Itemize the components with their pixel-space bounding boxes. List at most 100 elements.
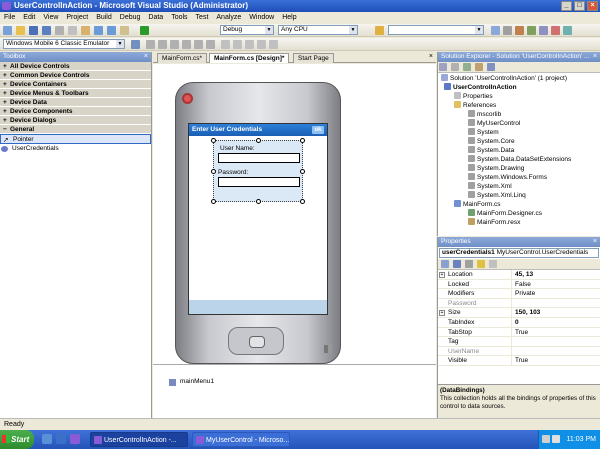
tree-item[interactable]: MainForm.cs xyxy=(438,200,600,209)
menu-edit[interactable]: Edit xyxy=(19,12,39,23)
resize-handle[interactable] xyxy=(256,138,261,143)
tree-item[interactable]: UserControlInAction xyxy=(438,83,600,92)
property-row[interactable]: Password xyxy=(438,298,600,309)
network-icon[interactable] xyxy=(542,435,550,443)
expand-icon[interactable]: + xyxy=(439,272,445,278)
view-code-icon[interactable] xyxy=(474,63,483,71)
events-icon[interactable] xyxy=(476,260,485,268)
new-project-icon[interactable] xyxy=(3,26,12,35)
property-row[interactable]: TabIndex 0 xyxy=(438,317,600,328)
start-debug-icon[interactable] xyxy=(139,26,149,35)
menu-project[interactable]: Project xyxy=(62,12,92,23)
close-icon[interactable]: × xyxy=(593,237,597,247)
tree-item[interactable]: System.Data.DataSetExtensions xyxy=(438,155,600,164)
show-desktop-icon[interactable] xyxy=(42,434,52,444)
copy-icon[interactable] xyxy=(67,26,77,35)
configuration-combo[interactable]: Debug ▼ xyxy=(220,25,274,35)
property-row[interactable]: Tag xyxy=(438,337,600,347)
paste-icon[interactable] xyxy=(80,26,90,35)
close-button[interactable]: × xyxy=(587,1,598,11)
property-value[interactable] xyxy=(512,337,515,346)
resize-handle[interactable] xyxy=(300,199,305,204)
align-middles-icon[interactable] xyxy=(194,40,203,49)
resize-handle[interactable] xyxy=(211,169,216,174)
connect-device-icon[interactable] xyxy=(131,40,140,49)
property-row[interactable]: UserName xyxy=(438,346,600,357)
redo-icon[interactable] xyxy=(106,26,116,35)
tab-mainform-cs[interactable]: MainForm.cs* xyxy=(157,53,208,63)
property-row[interactable]: Locked False xyxy=(438,279,600,290)
password-field[interactable] xyxy=(218,177,300,187)
volume-icon[interactable] xyxy=(552,435,560,443)
resize-handle[interactable] xyxy=(211,199,216,204)
tree-item[interactable]: System xyxy=(438,128,600,137)
bring-to-front-icon[interactable] xyxy=(257,40,266,49)
minimize-button[interactable]: _ xyxy=(561,1,572,11)
property-value[interactable]: True xyxy=(512,328,528,337)
tree-item[interactable]: System.Xml.Linq xyxy=(438,191,600,200)
view-designer-icon[interactable] xyxy=(486,63,495,71)
tree-item[interactable]: System.Core xyxy=(438,137,600,146)
property-pages-icon[interactable] xyxy=(488,260,497,268)
resize-handle[interactable] xyxy=(211,138,216,143)
property-value[interactable]: False xyxy=(512,280,531,289)
start-button[interactable]: Start xyxy=(0,430,34,449)
properties-icon[interactable] xyxy=(439,63,447,71)
resize-handle[interactable] xyxy=(256,199,261,204)
property-value[interactable]: 150, 103 xyxy=(512,308,540,317)
save-icon[interactable] xyxy=(28,26,38,35)
tree-item[interactable]: MainForm.Designer.cs xyxy=(438,209,600,218)
close-icon[interactable]: × xyxy=(429,53,433,60)
toolbox-category[interactable]: + Common Device Controls xyxy=(0,71,151,80)
property-row[interactable]: + Location 45, 13 xyxy=(438,270,600,280)
quick-launch-vs-icon[interactable] xyxy=(70,434,80,444)
expand-icon[interactable]: + xyxy=(439,310,445,317)
tree-item[interactable]: Properties xyxy=(438,92,600,101)
categorized-icon[interactable] xyxy=(441,260,449,268)
tree-item[interactable]: System.Windows.Forms xyxy=(438,173,600,182)
refresh-icon[interactable] xyxy=(462,63,471,71)
send-to-back-icon[interactable] xyxy=(269,40,278,49)
solution-explorer-icon[interactable] xyxy=(491,26,500,35)
find-combo[interactable]: ▼ xyxy=(388,25,484,35)
toolbox-item-usercredentials[interactable]: UserCredentials xyxy=(0,144,151,154)
menu-analyze[interactable]: Analyze xyxy=(212,12,245,23)
command-window-icon[interactable] xyxy=(563,26,572,35)
tree-item[interactable]: System.Xml xyxy=(438,182,600,191)
open-icon[interactable] xyxy=(15,26,25,35)
username-field[interactable] xyxy=(218,153,300,163)
menu-window[interactable]: Window xyxy=(245,12,278,23)
align-centers-icon[interactable] xyxy=(158,40,167,49)
close-icon[interactable]: × xyxy=(593,52,597,62)
toolbox-category[interactable]: + All Device Controls xyxy=(0,62,151,71)
menu-file[interactable]: File xyxy=(0,12,19,23)
maximize-button[interactable]: □ xyxy=(574,1,585,11)
emulator-combo[interactable]: Windows Mobile 6 Classic Emulator ▼ xyxy=(3,39,125,49)
property-row[interactable]: TabStop True xyxy=(438,327,600,338)
user-credentials-control[interactable]: User Name: Password: xyxy=(211,138,305,204)
tree-item[interactable]: mscorlib xyxy=(438,110,600,119)
toolbox-category[interactable]: + Device Dialogs xyxy=(0,116,151,125)
property-value[interactable] xyxy=(512,347,515,356)
toolbox-category[interactable]: + Device Components xyxy=(0,107,151,116)
property-value[interactable]: Private xyxy=(512,289,535,298)
menu-build[interactable]: Build xyxy=(92,12,116,23)
toolbox-category-general[interactable]: − General xyxy=(0,125,151,134)
show-all-files-icon[interactable] xyxy=(450,63,459,71)
undo-icon[interactable] xyxy=(93,26,103,35)
toolbox-category[interactable]: + Device Menus & Toolbars xyxy=(0,89,151,98)
property-value[interactable]: 45, 13 xyxy=(512,270,533,279)
alphabetical-icon[interactable] xyxy=(452,260,461,268)
spacing-icon[interactable] xyxy=(245,40,254,49)
tab-start-page[interactable]: Start Page xyxy=(293,53,334,63)
toolbox-category[interactable]: + Device Data xyxy=(0,98,151,107)
menu-data[interactable]: Data xyxy=(144,12,167,23)
menu-test[interactable]: Test xyxy=(192,12,213,23)
property-value[interactable]: True xyxy=(512,356,528,365)
close-icon[interactable]: × xyxy=(144,52,148,62)
tree-item[interactable]: System.Data xyxy=(438,146,600,155)
tree-item[interactable]: System.Drawing xyxy=(438,164,600,173)
align-rights-icon[interactable] xyxy=(170,40,179,49)
tree-item[interactable]: References xyxy=(438,101,600,110)
class-view-icon[interactable] xyxy=(551,26,560,35)
